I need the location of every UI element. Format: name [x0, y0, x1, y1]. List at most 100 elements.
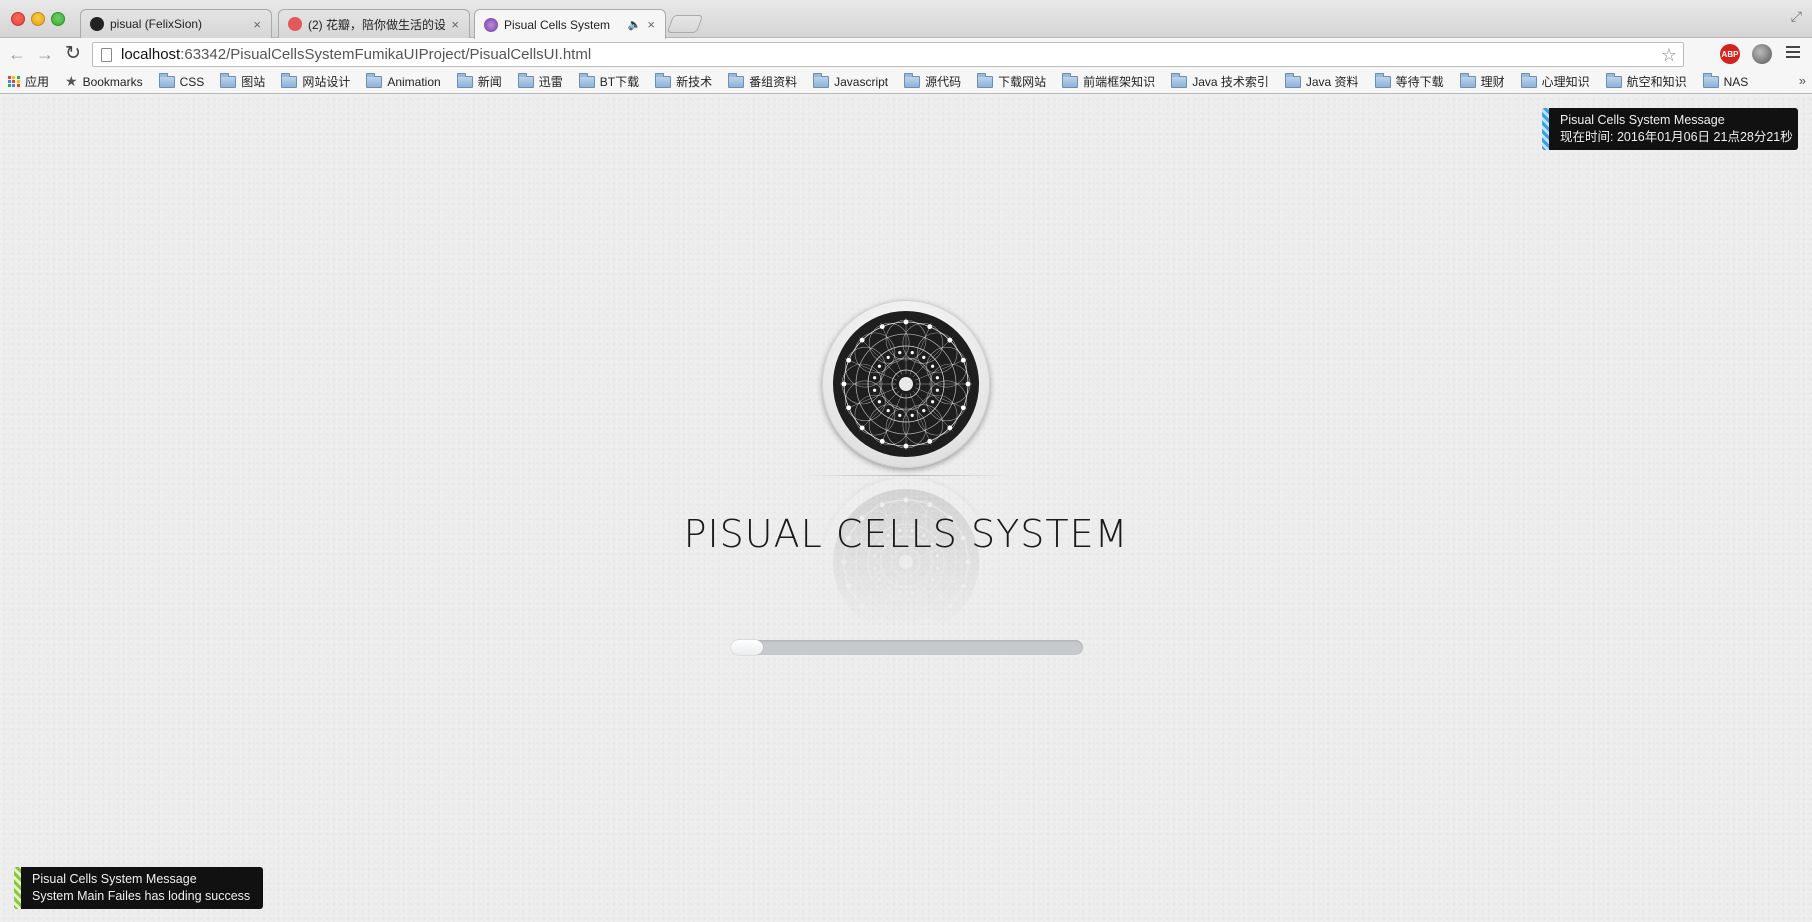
tab-close-icon[interactable]: ×	[647, 17, 655, 32]
url-host: localhost	[121, 46, 181, 63]
tab-close-icon[interactable]: ×	[451, 17, 459, 32]
bookmark-folder[interactable]: 网站设计	[281, 72, 351, 90]
tab-strip: pisual (FelixSion) × (2) 花瓣，陪你做生活的设计 × P…	[0, 0, 1812, 39]
huaban-icon	[288, 17, 302, 31]
folder-icon	[904, 72, 921, 88]
bookmark-label: 新闻	[477, 75, 502, 89]
fullscreen-icon[interactable]: ⤢	[1791, 8, 1802, 25]
forward-arrow-icon[interactable]: →	[34, 43, 56, 65]
folder-icon	[1605, 72, 1622, 88]
chrome-menu-icon[interactable]	[1786, 46, 1800, 61]
bookmark-label: Java 技术索引	[1192, 75, 1269, 89]
toast-body: 现在时间: 2016年01月06日 21点28分21秒	[1560, 130, 1793, 144]
bookmark-label: 心理知识	[1541, 75, 1590, 89]
folder-icon	[1374, 72, 1391, 88]
load-success-toast[interactable]: Pisual Cells System Message System Main …	[14, 867, 263, 909]
url-text[interactable]: localhost:63342/PisualCellsSystemFumikaU…	[121, 46, 591, 63]
extension-globe-icon[interactable]	[1752, 44, 1772, 64]
folder-icon	[813, 72, 830, 88]
address-bar[interactable]: localhost:63342/PisualCellsSystemFumikaU…	[92, 42, 1684, 67]
bookmark-label: 网站设计	[302, 75, 351, 89]
time-message-toast[interactable]: Pisual Cells System Message 现在时间: 2016年0…	[1542, 108, 1798, 150]
bookmark-folder[interactable]: Java 资料	[1284, 72, 1359, 90]
pisual-emblem	[822, 300, 990, 468]
bookmark-label: Animation	[387, 74, 441, 89]
bookmark-folder[interactable]: 下载网站	[977, 72, 1047, 90]
bookmark-folder[interactable]: 等待下载	[1374, 72, 1444, 90]
bookmark-folder[interactable]: 番组资料	[728, 72, 798, 90]
folder-icon	[1459, 72, 1476, 88]
bookmark-folder[interactable]: Animation	[366, 72, 441, 90]
star-icon: ★	[65, 73, 78, 89]
bookmark-label: 理财	[1480, 75, 1505, 89]
bookmark-label: CSS	[179, 74, 205, 89]
tab-close-icon[interactable]: ×	[253, 17, 261, 32]
bookmark-label: Bookmarks	[82, 74, 143, 89]
bookmark-label: 下载网站	[998, 75, 1047, 89]
back-arrow-icon[interactable]: ←	[6, 43, 28, 65]
bookmark-label: Javascript	[834, 74, 889, 89]
bookmark-folder[interactable]: 图站	[220, 72, 266, 90]
bookmark-apps[interactable]: 应用	[8, 73, 49, 90]
bookmarks-overflow-icon[interactable]: »	[1799, 73, 1806, 88]
bookmark-label: Java 资料	[1305, 75, 1359, 89]
bookmark-label: 图站	[241, 75, 266, 89]
bookmark-star-icon[interactable]: ☆	[1661, 45, 1677, 66]
bookmark-folder[interactable]: 理财	[1459, 72, 1505, 90]
folder-icon	[456, 72, 473, 88]
minimize-window-button[interactable]	[31, 12, 45, 26]
tab-title: (2) 花瓣，陪你做生活的设计	[308, 17, 446, 32]
toast-title: Pisual Cells System Message	[1560, 113, 1725, 127]
bookmark-label: 前端框架知识	[1083, 75, 1156, 89]
loading-progress-bar	[731, 640, 1083, 655]
bookmark-folders: CSS 图站 网站设计 Animation 新闻 迅雷 BT下载 新技术 番组资料 Javascr…	[158, 72, 1765, 90]
tab-pisual-cells[interactable]: Pisual Cells System 🔈 ×	[474, 9, 666, 39]
bookmark-label: 应用	[25, 75, 50, 89]
bookmark-label: 航空和知识	[1626, 75, 1687, 89]
toast-stripe	[1542, 108, 1549, 150]
folder-icon	[517, 72, 534, 88]
tab-huaban[interactable]: (2) 花瓣，陪你做生活的设计 ×	[278, 9, 470, 38]
folder-icon	[366, 72, 383, 88]
bookmark-label: 番组资料	[749, 75, 798, 89]
page-icon	[101, 47, 112, 62]
bookmark-folder[interactable]: 新闻	[456, 72, 502, 90]
browser-toolbar: ← → ↻ localhost:63342/PisualCellsSystemF…	[0, 38, 1812, 70]
speaker-icon[interactable]: 🔈	[628, 18, 642, 31]
emblem-reflection	[822, 478, 990, 646]
bookmark-folder[interactable]: CSS	[158, 72, 205, 90]
bookmark-bookmarks[interactable]: ★ Bookmarks	[65, 73, 143, 90]
folder-icon	[220, 72, 237, 88]
folder-icon	[1702, 72, 1719, 88]
progress-fill	[731, 640, 763, 655]
bookmark-label: NAS	[1723, 74, 1749, 89]
new-tab-button[interactable]	[666, 15, 704, 33]
folder-icon	[1284, 72, 1301, 88]
bookmark-folder[interactable]: 前端框架知识	[1062, 72, 1156, 90]
folder-icon	[1520, 72, 1537, 88]
adblock-plus-icon[interactable]: ABP	[1720, 44, 1740, 64]
reload-icon[interactable]: ↻	[62, 43, 84, 65]
bookmarks-bar: 应用 ★ Bookmarks CSS 图站 网站设计 Animation 新闻 迅雷 BT下…	[0, 70, 1812, 94]
tab-title: pisual (FelixSion)	[110, 17, 203, 31]
emblem-divider	[800, 475, 1012, 476]
folder-icon	[578, 72, 595, 88]
tab-title: Pisual Cells System	[504, 17, 611, 32]
close-window-button[interactable]	[11, 12, 25, 26]
bookmark-label: 源代码	[925, 75, 962, 89]
bookmark-folder[interactable]: 心理知识	[1520, 72, 1590, 90]
bookmark-folder[interactable]: 新技术	[655, 72, 713, 90]
bookmark-folder[interactable]: Java 技术索引	[1171, 72, 1269, 90]
bookmark-folder[interactable]: NAS	[1702, 72, 1749, 90]
zoom-window-button[interactable]	[51, 12, 65, 26]
bookmark-folder[interactable]: 迅雷	[517, 72, 563, 90]
tab-github[interactable]: pisual (FelixSion) ×	[80, 9, 272, 38]
apps-grid-icon	[8, 75, 20, 88]
bookmark-folder[interactable]: BT下载	[578, 72, 639, 90]
toast-body: System Main Failes has loding success	[32, 889, 251, 903]
bookmark-folder[interactable]: 航空和知识	[1605, 72, 1687, 90]
bookmark-folder[interactable]: Javascript	[813, 72, 889, 90]
bookmark-folder[interactable]: 源代码	[904, 72, 962, 90]
bookmark-label: 新技术	[676, 75, 713, 89]
toast-title: Pisual Cells System Message	[32, 872, 197, 886]
